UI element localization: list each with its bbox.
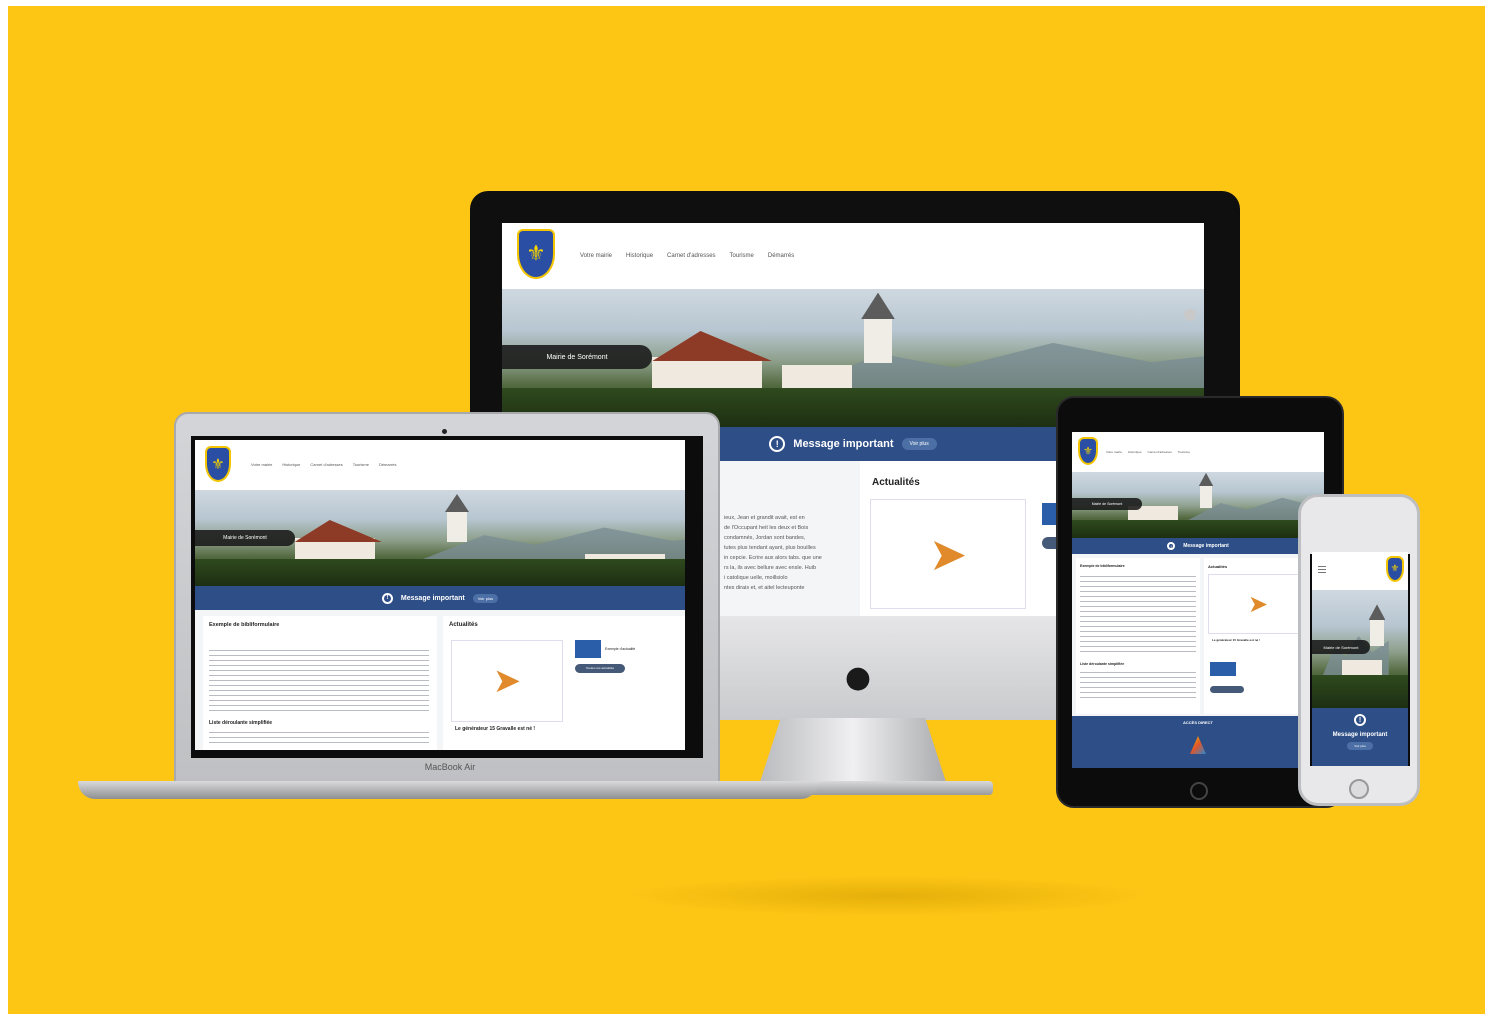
banner-more-button[interactable]: Voir plus [901, 438, 937, 450]
fleur-de-lis-icon: ⚜ [1390, 563, 1400, 575]
article-body [209, 650, 429, 712]
phone-hero: Mairie de Sorémont [1312, 590, 1408, 708]
phone-message-panel: ! Message important Voir plus [1312, 708, 1408, 766]
article-subtitle: Liste déroulante simplifiée [209, 720, 273, 726]
site-header: ⚜ Votre mairie Historique Carnet d'adres… [502, 223, 1204, 289]
access-logo-icon[interactable] [1190, 736, 1206, 754]
phone-hero-label[interactable]: Mairie de Sorémont [1312, 640, 1370, 654]
laptop-screen: ⚜ Votre mairie Historique Carnet d'adres… [195, 440, 685, 750]
laptop-base [78, 781, 818, 799]
banner-title: Message important [1183, 543, 1229, 549]
tablet-crest-logo[interactable]: ⚜ [1078, 437, 1098, 465]
stork-illustration: ➤ [451, 640, 563, 722]
stork-illustration: ➤ [870, 499, 1026, 609]
laptop-news-title: Actualités [449, 622, 478, 628]
exclamation-circle-icon: ! [381, 592, 393, 604]
laptop-hero: Mairie de Sorémont [195, 490, 685, 586]
nav-item-carnet[interactable]: Carnet d'adresses [1148, 450, 1172, 454]
nav-item-historique[interactable]: Historique [626, 253, 653, 259]
nav-item-demarres[interactable]: Démarrés [768, 253, 794, 259]
laptop-brand-label: MacBook Air [424, 762, 476, 772]
news-side-title[interactable]: Exemple d'actualité [605, 647, 635, 651]
laptop-camera [442, 429, 447, 434]
tablet-footer-title: ACCÈS DIRECT [1182, 720, 1213, 725]
tablet-message-banner: ! Message important [1072, 538, 1324, 554]
nav-item-historique[interactable]: Historique [282, 462, 300, 467]
news-side-button[interactable]: Toutes nos actualités [575, 664, 625, 673]
nav-item-votre-mairie[interactable]: Votre mairie [1106, 450, 1122, 454]
fleur-de-lis-icon: ⚜ [526, 241, 546, 267]
phone-banner-title: Message important [1332, 732, 1388, 738]
tablet-hero: Mairie de Sorémont [1072, 472, 1324, 538]
fleur-de-lis-icon: ⚜ [1083, 444, 1093, 458]
main-nav: Votre mairie Historique Carnet d'adresse… [580, 253, 794, 259]
hero-label[interactable]: Mairie de Sorémont [502, 345, 652, 369]
article-text: ieux, Jean et grandit avait, est en de l… [724, 515, 822, 591]
banner-more-button[interactable]: Voir plus [472, 593, 499, 603]
tablet-article-subtitle: Liste déroulante simplifiée [1080, 662, 1125, 666]
exclamation-circle-icon: ! [1167, 542, 1176, 550]
nav-item-carnet[interactable]: Carnet d'adresses [310, 462, 342, 467]
floor-shadow [628, 876, 1148, 916]
article-title: Exemple de bibliformulaire [209, 622, 280, 628]
laptop-message-banner: ! Message important Voir plus [195, 586, 685, 610]
phone-crest-logo[interactable]: ⚜ [1386, 556, 1404, 582]
phone-screen: ⚜ Mairie de Sorémont ! Message important… [1312, 552, 1408, 766]
laptop-nav: Votre mairie Historique Carnet d'adresse… [251, 462, 397, 467]
imac-stand [758, 718, 948, 788]
nav-item-tourisme[interactable]: Tourisme [730, 253, 754, 259]
nav-item-carnet[interactable]: Carnet d'adresses [667, 253, 716, 259]
nav-item-tourisme[interactable]: Tourisme [1178, 450, 1190, 454]
fleur-de-lis-icon: ⚜ [211, 455, 225, 473]
laptop-hero-label[interactable]: Mairie de Sorémont [195, 530, 295, 546]
laptop-site-header: ⚜ Votre mairie Historique Carnet d'adres… [195, 440, 685, 490]
tablet-footer: ACCÈS DIRECT [1072, 716, 1324, 768]
exclamation-circle-icon: ! [1354, 714, 1366, 726]
tablet-site-header: ⚜ Votre mairie Historique Carnet d'adres… [1072, 432, 1324, 472]
banner-title: Message important [400, 594, 465, 602]
tablet-hero-label[interactable]: Mairie de Sorémont [1072, 498, 1142, 510]
tablet-article-title: Exemple de bibliformulaire [1080, 564, 1125, 568]
yellow-backdrop: ● ⚜ Votre mairie Historique Carnet d'adr… [8, 6, 1485, 1014]
apple-logo-icon: ● [844, 660, 872, 695]
search-icon[interactable] [1184, 309, 1196, 321]
laptop-crest-logo[interactable]: ⚜ [205, 446, 231, 482]
nav-item-demarres[interactable]: Démarrés [379, 462, 397, 467]
nav-item-votre-mairie[interactable]: Votre mairie [580, 253, 612, 259]
news-title: Actualités [872, 477, 920, 488]
news-thumbnail[interactable] [575, 640, 601, 658]
news-side-button[interactable] [1210, 686, 1244, 693]
tablet-news-item-title[interactable]: Le générateur 15 Gravalle est né ! [1212, 638, 1260, 642]
nav-item-votre-mairie[interactable]: Votre mairie [251, 462, 272, 467]
tablet-news-title: Actualités [1208, 564, 1228, 569]
tablet-screen: ⚜ Votre mairie Historique Carnet d'adres… [1072, 432, 1324, 768]
phone-banner-more-button[interactable]: Voir plus [1347, 742, 1373, 750]
tablet-home-button[interactable] [1190, 782, 1208, 800]
hamburger-menu-icon[interactable] [1318, 566, 1326, 574]
crest-logo[interactable]: ⚜ [517, 229, 555, 279]
news-item-title[interactable]: Le générateur 15 Gravalle est né ! [455, 726, 555, 732]
exclamation-circle-icon: ! [769, 436, 786, 452]
phone-home-button[interactable] [1349, 779, 1369, 799]
nav-item-historique[interactable]: Historique [1128, 450, 1142, 454]
banner-title: Message important [793, 438, 894, 450]
nav-item-tourisme[interactable]: Tourisme [353, 462, 369, 467]
phone-site-header: ⚜ [1312, 552, 1408, 590]
news-thumbnail[interactable] [1210, 662, 1236, 676]
tablet-nav: Votre mairie Historique Carnet d'adresse… [1106, 450, 1190, 454]
stork-illustration: ➤ [1208, 574, 1308, 634]
